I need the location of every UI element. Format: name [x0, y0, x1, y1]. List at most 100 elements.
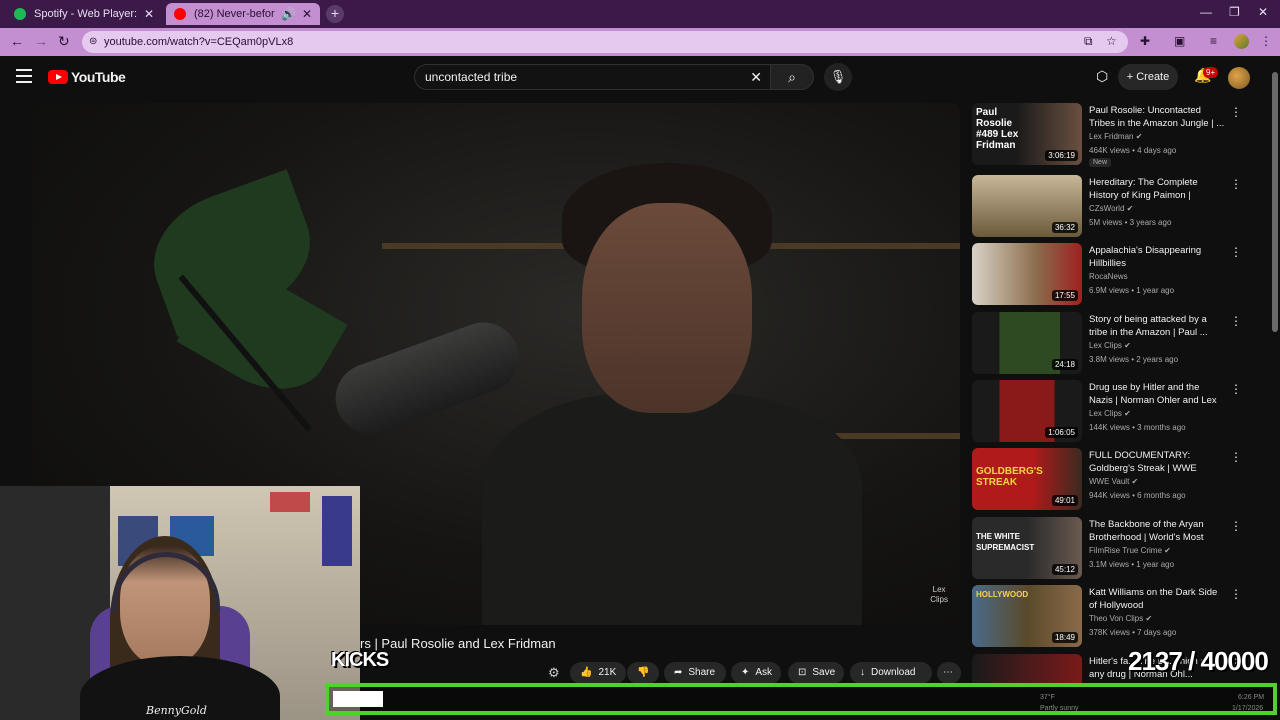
cast-icon[interactable]: ⬡ — [1096, 68, 1108, 85]
recommendation-item[interactable]: GOLDBERG'S STREAK 49:01 FULL DOCUMENTARY… — [972, 448, 1262, 512]
thumbs-up-icon: 👍 — [580, 667, 593, 678]
forward-icon[interactable]: → — [34, 33, 48, 49]
create-button[interactable]: + Create — [1118, 64, 1178, 90]
recommendation-item[interactable]: THE WHITE SUPREMACIST 45:12 The Backbone… — [972, 517, 1262, 581]
recommendation-title[interactable]: The Backbone of the Aryan Brotherhood | … — [1089, 518, 1225, 544]
address-bar[interactable]: ⊜ youtube.com/watch?v=CEQam0pVLx8 — [82, 31, 1128, 53]
logo-text: YouTube — [71, 69, 126, 85]
thumbnail[interactable]: 36:32 — [972, 175, 1082, 237]
search-input[interactable]: uncontacted tribe ✕ — [414, 64, 770, 90]
thumbnail[interactable]: 1:06:05 — [972, 380, 1082, 442]
save-button[interactable]: ⊡ Save — [788, 662, 844, 684]
thumbnail[interactable]: GOLDBERG'S STREAK 49:01 — [972, 448, 1082, 510]
search-value: uncontacted tribe — [425, 70, 518, 84]
channel-name[interactable]: FilmRise True Crime ✔ — [1089, 546, 1171, 555]
youtube-header: YouTube uncontacted tribe ✕ ⌕ 🎙 ⬡ + Crea… — [0, 56, 1270, 100]
thumbnail-text: Paul Rosolie #489 Lex Fridman — [976, 107, 1019, 151]
close-window-icon[interactable]: ✕ — [1258, 5, 1268, 19]
new-tab-button[interactable]: + — [326, 5, 344, 23]
close-tab-icon[interactable]: ✕ — [302, 7, 312, 21]
view-meta: 944K views • 6 months ago — [1089, 491, 1186, 500]
more-actions-button[interactable]: ⋯ — [937, 662, 961, 684]
thumbnail[interactable] — [972, 654, 1082, 684]
thumbnail[interactable]: 24:18 — [972, 312, 1082, 374]
recommendation-title[interactable]: Drug use by Hitler and the Nazis | Norma… — [1089, 381, 1225, 407]
back-icon[interactable]: ← — [10, 33, 24, 49]
share-button[interactable]: ➦ Share — [664, 662, 726, 684]
channel-name[interactable]: RocaNews — [1089, 272, 1128, 281]
browser-profile-avatar[interactable] — [1234, 34, 1249, 49]
more-vertical-icon[interactable]: ⋮ — [1230, 177, 1242, 191]
tab-youtube[interactable]: (82) Never-before-seen foo 🔊 ✕ — [166, 3, 320, 25]
tab-title: Spotify - Web Player: Music for — [34, 8, 138, 20]
bookmark-star-icon[interactable]: ☆ — [1106, 34, 1117, 48]
youtube-logo[interactable]: YouTube — [48, 69, 126, 85]
recommendation-title[interactable]: Story of being attacked by a tribe in th… — [1089, 313, 1225, 339]
settings-gear-icon[interactable]: ⚙ — [548, 665, 560, 681]
thumbnail[interactable]: THE WHITE SUPREMACIST 45:12 — [972, 517, 1082, 579]
thumbnail[interactable]: 17:55 — [972, 243, 1082, 305]
recommendation-title[interactable]: Paul Rosolie: Uncontacted Tribes in the … — [1089, 104, 1225, 130]
extensions-icon[interactable]: ✚ — [1140, 34, 1150, 48]
dislike-button[interactable]: 👎 — [627, 662, 659, 684]
watermark-line1: Lex — [932, 585, 946, 594]
close-tab-icon[interactable]: ✕ — [144, 7, 154, 21]
hamburger-menu-icon[interactable] — [16, 69, 32, 83]
recommendation-item[interactable]: 24:18 Story of being attacked by a tribe… — [972, 312, 1262, 376]
ask-button[interactable]: ✦ Ask — [731, 662, 781, 684]
recommendation-title[interactable]: FULL DOCUMENTARY: Goldberg's Streak | WW… — [1089, 449, 1225, 475]
channel-name[interactable]: CZsWorld ✔ — [1089, 204, 1133, 213]
channel-name[interactable]: Lex Fridman ✔ — [1089, 132, 1142, 141]
duration-badge: 1:06:05 — [1045, 427, 1078, 438]
clear-search-icon[interactable]: ✕ — [750, 65, 762, 89]
more-vertical-icon[interactable]: ⋮ — [1230, 314, 1242, 328]
channel-name[interactable]: Lex Clips ✔ — [1089, 409, 1131, 418]
restore-icon[interactable]: ❐ — [1229, 5, 1240, 19]
more-vertical-icon[interactable]: ⋮ — [1230, 382, 1242, 396]
page-scrollbar[interactable] — [1270, 56, 1280, 720]
recommendation-item[interactable]: HOLLYWOOD 18:49 Katt Williams on the Dar… — [972, 585, 1262, 649]
browser-menu-icon[interactable]: ⋮ — [1260, 34, 1272, 48]
channel-name[interactable]: WWE Vault ✔ — [1089, 477, 1138, 486]
more-vertical-icon[interactable]: ⋮ — [1230, 450, 1242, 464]
channel-name[interactable]: Theo Von Clips ✔ — [1089, 614, 1152, 623]
more-vertical-icon[interactable]: ⋮ — [1230, 105, 1242, 119]
audio-icon[interactable]: 🔊 — [281, 7, 296, 21]
download-button[interactable]: ↓ Download — [850, 662, 932, 684]
browser-toolbar: ← → ↻ ⊜ youtube.com/watch?v=CEQam0pVLx8 … — [0, 28, 1280, 56]
tab-spotify[interactable]: Spotify - Web Player: Music for ✕ — [6, 3, 162, 25]
like-button[interactable]: 👍 21K — [570, 662, 626, 684]
install-icon[interactable]: ⧉ — [1084, 34, 1093, 49]
like-count: 21K — [598, 667, 617, 678]
verified-icon: ✔ — [1135, 132, 1143, 141]
view-meta: 464K views • 4 days ago — [1089, 146, 1177, 155]
channel-name[interactable]: Lex Clips ✔ — [1089, 341, 1131, 350]
reading-list-icon[interactable]: ≡ — [1210, 34, 1217, 48]
recommendation-title[interactable]: Hereditary: The Complete History of King… — [1089, 176, 1225, 202]
sidebar-icon[interactable]: ▣ — [1174, 34, 1185, 48]
more-vertical-icon[interactable]: ⋮ — [1230, 519, 1242, 533]
recommendation-item[interactable]: 17:55 Appalachia's Disappearing Hillbill… — [972, 243, 1262, 307]
kicks-label: KICKS — [331, 649, 389, 671]
recommendation-title[interactable]: Katt Williams on the Dark Side of Hollyw… — [1089, 586, 1225, 612]
recommendation-item[interactable]: 36:32 Hereditary: The Complete History o… — [972, 175, 1262, 239]
share-icon: ➦ — [674, 667, 683, 678]
search-button[interactable]: ⌕ — [770, 64, 814, 90]
reload-icon[interactable]: ↻ — [58, 33, 70, 50]
more-vertical-icon[interactable]: ⋮ — [1230, 587, 1242, 601]
view-meta: 5M views • 3 years ago — [1089, 218, 1172, 227]
thumbnail[interactable]: Paul Rosolie #489 Lex Fridman 3:06:19 — [972, 103, 1082, 165]
shirt-logo-text: BennyGold — [146, 704, 207, 717]
thumbnail[interactable]: HOLLYWOOD 18:49 — [972, 585, 1082, 647]
voice-search-button[interactable]: 🎙 — [824, 63, 852, 91]
account-avatar[interactable] — [1228, 67, 1250, 89]
minimize-icon[interactable]: — — [1200, 5, 1212, 19]
scrollbar-thumb[interactable] — [1272, 72, 1278, 332]
recommendation-item[interactable]: 1:06:05 Drug use by Hitler and the Nazis… — [972, 380, 1262, 444]
new-badge: New — [1089, 158, 1112, 167]
more-vertical-icon[interactable]: ⋮ — [1230, 245, 1242, 259]
site-info-icon[interactable]: ⊜ — [89, 31, 97, 53]
weather-temp: 37°F — [1040, 694, 1055, 701]
recommendation-title[interactable]: Appalachia's Disappearing Hillbillies — [1089, 244, 1225, 270]
recommendation-item[interactable]: Paul Rosolie #489 Lex Fridman 3:06:19 Pa… — [972, 103, 1262, 167]
